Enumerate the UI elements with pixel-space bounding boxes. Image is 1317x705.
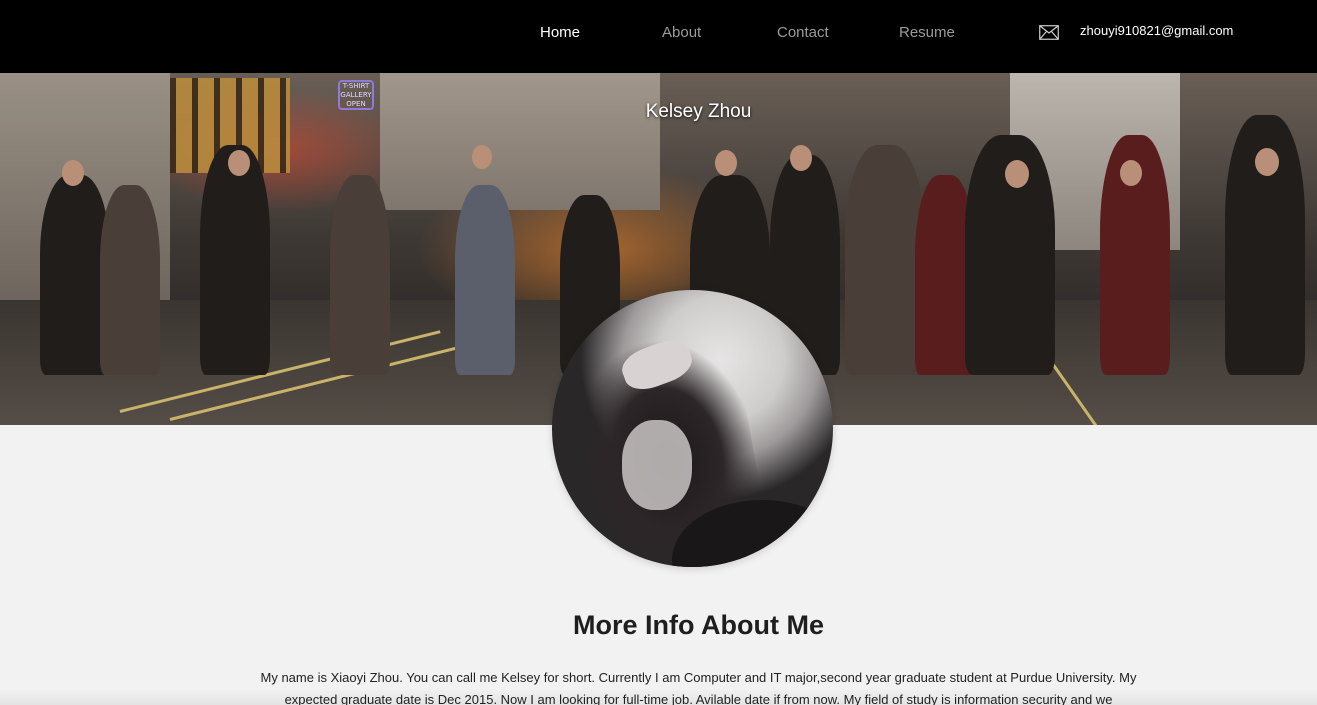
navbar: Home About Contact Resume zhouyi910821@g… (0, 0, 1317, 73)
nav-link-about[interactable]: About (662, 24, 701, 41)
pedestrian-head (472, 145, 492, 169)
envelope-icon[interactable] (1039, 25, 1059, 40)
section-heading: More Info About Me (573, 610, 824, 640)
pedestrian-head (1255, 148, 1279, 176)
pedestrian (845, 145, 925, 375)
pedestrian-head (715, 150, 737, 176)
profile-avatar (552, 290, 833, 567)
nav-link-contact[interactable]: Contact (777, 24, 829, 41)
nav-email-link[interactable]: zhouyi910821@gmail.com (1080, 23, 1233, 38)
bio-paragraph: My name is Xiaoyi Zhou. You can call me … (260, 670, 1137, 705)
nav-link-home[interactable]: Home (540, 24, 580, 41)
pedestrian (200, 145, 270, 375)
hero-subtitle: Kelsey Zhou (645, 101, 752, 122)
pedestrian (330, 175, 390, 375)
pedestrian-head (790, 145, 812, 171)
nav-link-resume[interactable]: Resume (899, 24, 955, 41)
pedestrian (455, 185, 515, 375)
pedestrian-head (228, 150, 250, 176)
avatar-face (622, 420, 692, 510)
pedestrian-head (1120, 160, 1142, 186)
pedestrian-head (62, 160, 84, 186)
pedestrian (100, 185, 160, 375)
pedestrian-head (1005, 160, 1029, 188)
